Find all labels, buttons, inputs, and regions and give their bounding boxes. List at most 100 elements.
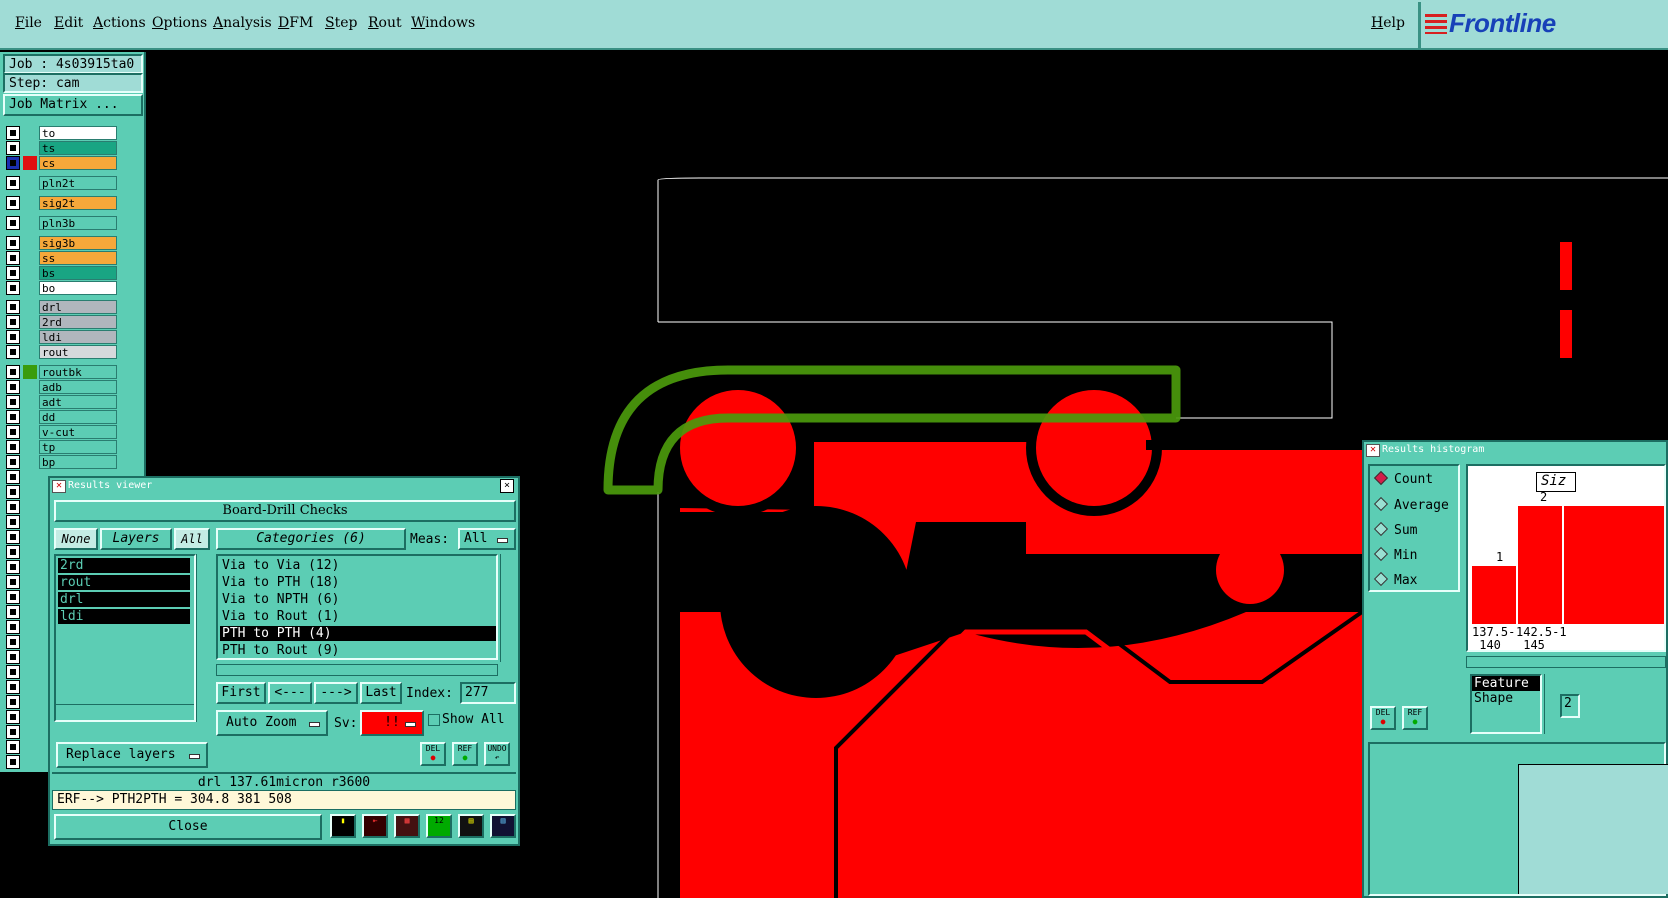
layer-swatch[interactable] <box>23 281 37 295</box>
shape-item[interactable]: Shape <box>1472 691 1540 706</box>
undo-icon[interactable]: UNDO ↶ <box>484 742 510 766</box>
layer-row-hidden[interactable] <box>6 485 46 499</box>
layer-row[interactable]: dd <box>6 410 118 424</box>
category-item[interactable]: Via to NPTH (6) <box>220 592 496 607</box>
layer-swatch[interactable] <box>23 156 37 170</box>
layer-swatch[interactable] <box>23 141 37 155</box>
report-icon[interactable]: ▤ <box>458 814 484 838</box>
histogram-titlebar[interactable]: ✕ Results histogram <box>1364 442 1666 458</box>
ref-icon[interactable]: REF ● <box>452 742 478 766</box>
layer-checkbox[interactable] <box>6 755 20 769</box>
layer-row-hidden[interactable] <box>6 545 46 559</box>
layer-checkbox[interactable] <box>6 251 20 265</box>
layer-swatch[interactable] <box>23 365 37 379</box>
layer-row-hidden[interactable] <box>6 605 46 619</box>
layer-swatch[interactable] <box>23 455 37 469</box>
layer-name[interactable]: cs <box>39 156 117 170</box>
horizontal-scrollbar[interactable] <box>56 704 194 718</box>
layer-name[interactable]: pln3b <box>39 216 117 230</box>
all-button[interactable]: All <box>174 528 210 550</box>
layer-checkbox[interactable] <box>6 410 20 424</box>
layer-swatch[interactable] <box>23 425 37 439</box>
layer-row[interactable]: pln3b <box>6 216 118 230</box>
layer-checkbox[interactable] <box>6 650 20 664</box>
layer-results-list[interactable]: 2rd rout drl ldi <box>54 554 196 722</box>
layer-row-hidden[interactable] <box>6 710 46 724</box>
menu-dfm[interactable]: DFM <box>278 15 313 31</box>
layer-row[interactable]: rout <box>6 345 118 359</box>
job-matrix-button[interactable]: Job Matrix ... <box>3 94 143 116</box>
menu-rout[interactable]: Rout <box>368 15 402 31</box>
layer-name[interactable]: bs <box>39 266 117 280</box>
layer-row[interactable]: bo <box>6 281 118 295</box>
layer-row-hidden[interactable] <box>6 650 46 664</box>
option-min[interactable]: Min <box>1373 546 1417 563</box>
category-item[interactable]: PTH to Rout (9) <box>220 643 496 658</box>
layer-swatch[interactable] <box>23 345 37 359</box>
layer-row[interactable]: tp <box>6 440 118 454</box>
layer-row[interactable]: ss <box>6 251 118 265</box>
layer-checkbox[interactable] <box>6 635 20 649</box>
layer-name[interactable]: rout <box>39 345 117 359</box>
layer-checkbox[interactable] <box>6 330 20 344</box>
layer-swatch[interactable] <box>23 266 37 280</box>
layer-checkbox[interactable] <box>6 515 20 529</box>
layer-name[interactable]: tp <box>39 440 117 454</box>
layer-swatch[interactable] <box>23 236 37 250</box>
histogram-bar-1[interactable] <box>1472 566 1516 624</box>
layer-row-hidden[interactable] <box>6 500 46 514</box>
layer-checkbox[interactable] <box>6 470 20 484</box>
result-layer-item[interactable]: rout <box>58 575 190 590</box>
exit-icon[interactable]: ⇤ <box>362 814 388 838</box>
layer-row-hidden[interactable] <box>6 695 46 709</box>
layer-checkbox[interactable] <box>6 425 20 439</box>
menu-analysis[interactable]: Analysis <box>213 15 272 31</box>
replace-layers-dropdown[interactable]: Replace layers <box>56 742 208 768</box>
option-max[interactable]: Max <box>1373 571 1417 588</box>
group-list-scrollbar[interactable] <box>1544 674 1556 734</box>
layer-checkbox[interactable] <box>6 455 20 469</box>
layer-name[interactable]: ts <box>39 141 117 155</box>
layer-checkbox[interactable] <box>6 695 20 709</box>
layer-checkbox[interactable] <box>6 266 20 280</box>
result-layer-item[interactable]: drl <box>58 592 190 607</box>
layer-row[interactable]: adb <box>6 380 118 394</box>
layer-name[interactable]: bo <box>39 281 117 295</box>
option-count[interactable]: Count <box>1373 470 1433 487</box>
layer-row[interactable]: pln2t <box>6 176 118 190</box>
layer-swatch[interactable] <box>23 330 37 344</box>
menu-options[interactable]: Options <box>152 15 207 31</box>
layer-checkbox[interactable] <box>6 315 20 329</box>
layer-name[interactable]: adt <box>39 395 117 409</box>
layer-swatch[interactable] <box>23 380 37 394</box>
layer-checkbox[interactable] <box>6 156 20 170</box>
layer-name[interactable]: 2rd <box>39 315 117 329</box>
layer-checkbox[interactable] <box>6 176 20 190</box>
option-sum[interactable]: Sum <box>1373 521 1417 538</box>
menu-help[interactable]: Help <box>1371 15 1405 31</box>
layer-checkbox[interactable] <box>6 665 20 679</box>
layer-name[interactable]: to <box>39 126 117 140</box>
del-icon[interactable]: DEL ● <box>1370 706 1396 730</box>
layer-swatch[interactable] <box>23 196 37 210</box>
layer-row[interactable]: routbk <box>6 365 118 379</box>
layer-name[interactable]: bp <box>39 455 117 469</box>
layer-checkbox[interactable] <box>6 345 20 359</box>
category-item[interactable]: Via to Via (12) <box>220 558 496 573</box>
layer-swatch[interactable] <box>23 300 37 314</box>
menu-edit[interactable]: Edit <box>54 15 83 31</box>
layer-name[interactable]: ss <box>39 251 117 265</box>
layer-swatch[interactable] <box>23 395 37 409</box>
layer-swatch[interactable] <box>23 251 37 265</box>
layer-row-hidden[interactable] <box>6 575 46 589</box>
layer-checkbox[interactable] <box>6 740 20 754</box>
layer-row[interactable]: 2rd <box>6 315 118 329</box>
menu-actions[interactable]: Actions <box>93 15 146 31</box>
category-list[interactable]: Via to Via (12) Via to PTH (18) Via to NPT… <box>216 554 498 660</box>
layer-name[interactable]: sig3b <box>39 236 117 250</box>
category-item[interactable]: PTH to PTH (4) <box>220 626 496 641</box>
layer-row-hidden[interactable] <box>6 755 46 769</box>
category-item[interactable]: Via to PTH (18) <box>220 575 496 590</box>
histogram-bar-3[interactable] <box>1564 506 1664 624</box>
layer-row[interactable]: sig2t <box>6 196 118 210</box>
